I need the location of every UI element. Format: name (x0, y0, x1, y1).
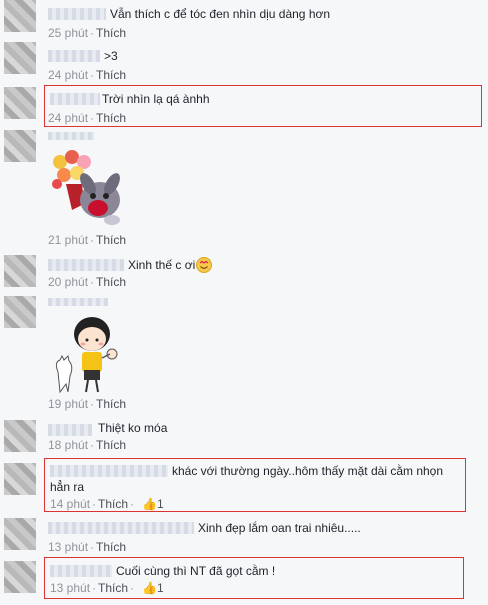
comment-text: Trời nhìn lạ qá ànhh (102, 92, 210, 106)
comment-meta: 21 phút · Thích (48, 233, 127, 247)
flower-dog-sticker (52, 150, 120, 225)
avatar[interactable] (4, 42, 36, 74)
like-button[interactable]: Thích (96, 540, 126, 554)
comment-time[interactable]: 24 phút (48, 111, 88, 125)
girl-cat-sticker (55, 317, 118, 394)
commenter-name[interactable] (48, 424, 92, 436)
avatar[interactable] (4, 463, 36, 495)
comment-meta: 14 phút · Thích · 👍1 (50, 497, 164, 511)
like-button[interactable]: Thích (96, 26, 126, 40)
comment-text: Cuối cùng thì NT đã gọt cằm ! (116, 564, 276, 578)
comment-text: Xinh thế c ơi (128, 258, 196, 272)
commenter-name[interactable] (48, 298, 108, 306)
comment-meta: 18 phút · Thích (48, 438, 127, 452)
like-button[interactable]: Thích (98, 497, 128, 511)
comment-time[interactable]: 19 phút (48, 397, 88, 411)
like-button[interactable]: Thích (96, 438, 126, 452)
comment-text: Vẫn thích c để tóc đen nhìn dịu dàng hơn (110, 7, 331, 21)
avatar[interactable] (4, 255, 36, 287)
avatar[interactable] (4, 420, 36, 452)
like-button[interactable]: Thích (98, 581, 128, 595)
comment-text: Thiệt ko móa (98, 421, 168, 435)
avatar[interactable] (4, 0, 36, 32)
like-button[interactable]: Thích (96, 275, 126, 289)
commenter-name[interactable] (50, 565, 112, 577)
comment-meta: 24 phút · Thích (48, 68, 127, 82)
like-button[interactable]: Thích (96, 68, 126, 82)
comment-time[interactable]: 25 phút (48, 26, 88, 40)
like-count[interactable]: 1 (157, 581, 164, 595)
comment-time[interactable]: 18 phút (48, 438, 88, 452)
commenter-name[interactable] (48, 522, 194, 534)
commenter-name[interactable] (48, 50, 100, 62)
comment-meta: 20 phút · Thích (48, 275, 127, 289)
comment-meta: 13 phút · Thích (48, 540, 127, 554)
like-button[interactable]: Thích (96, 397, 126, 411)
avatar[interactable] (4, 518, 36, 550)
commenter-name[interactable] (48, 8, 106, 20)
comment-meta: 13 phút · Thích · 👍1 (50, 581, 164, 595)
thumbs-up-icon[interactable]: 👍 (142, 497, 157, 511)
comment-time[interactable]: 20 phút (48, 275, 88, 289)
avatar[interactable] (4, 130, 36, 162)
comment-text: Xinh đẹp lắm oan trai nhiêu..... (198, 521, 361, 535)
commenter-name[interactable] (48, 259, 124, 271)
comment-time[interactable]: 24 phút (48, 68, 88, 82)
comment-time[interactable]: 14 phút (50, 497, 90, 511)
comment-text: >3 (104, 49, 118, 63)
comment-time[interactable]: 13 phút (50, 581, 90, 595)
comment-meta: 24 phút · Thích (48, 111, 127, 125)
like-button[interactable]: Thích (96, 111, 126, 125)
like-count[interactable]: 1 (157, 497, 164, 511)
comment-time[interactable]: 21 phút (48, 233, 88, 247)
thumbs-up-icon[interactable]: 👍 (142, 581, 157, 595)
commenter-name[interactable] (48, 132, 94, 140)
avatar[interactable] (4, 296, 36, 328)
comment-meta: 19 phút · Thích (48, 397, 127, 411)
smiling-face-emoji-icon (196, 257, 212, 273)
comment-meta: 25 phút · Thích (48, 26, 127, 40)
comment-text-continued: hẳn ra (50, 480, 85, 494)
like-button[interactable]: Thích (96, 233, 126, 247)
commenter-name[interactable] (50, 465, 168, 477)
comment-text: khác với thường ngày..hôm thấy mặt dài c… (172, 464, 444, 478)
avatar[interactable] (4, 87, 36, 119)
commenter-name[interactable] (50, 93, 100, 105)
avatar[interactable] (4, 561, 36, 593)
comment-time[interactable]: 13 phút (48, 540, 88, 554)
